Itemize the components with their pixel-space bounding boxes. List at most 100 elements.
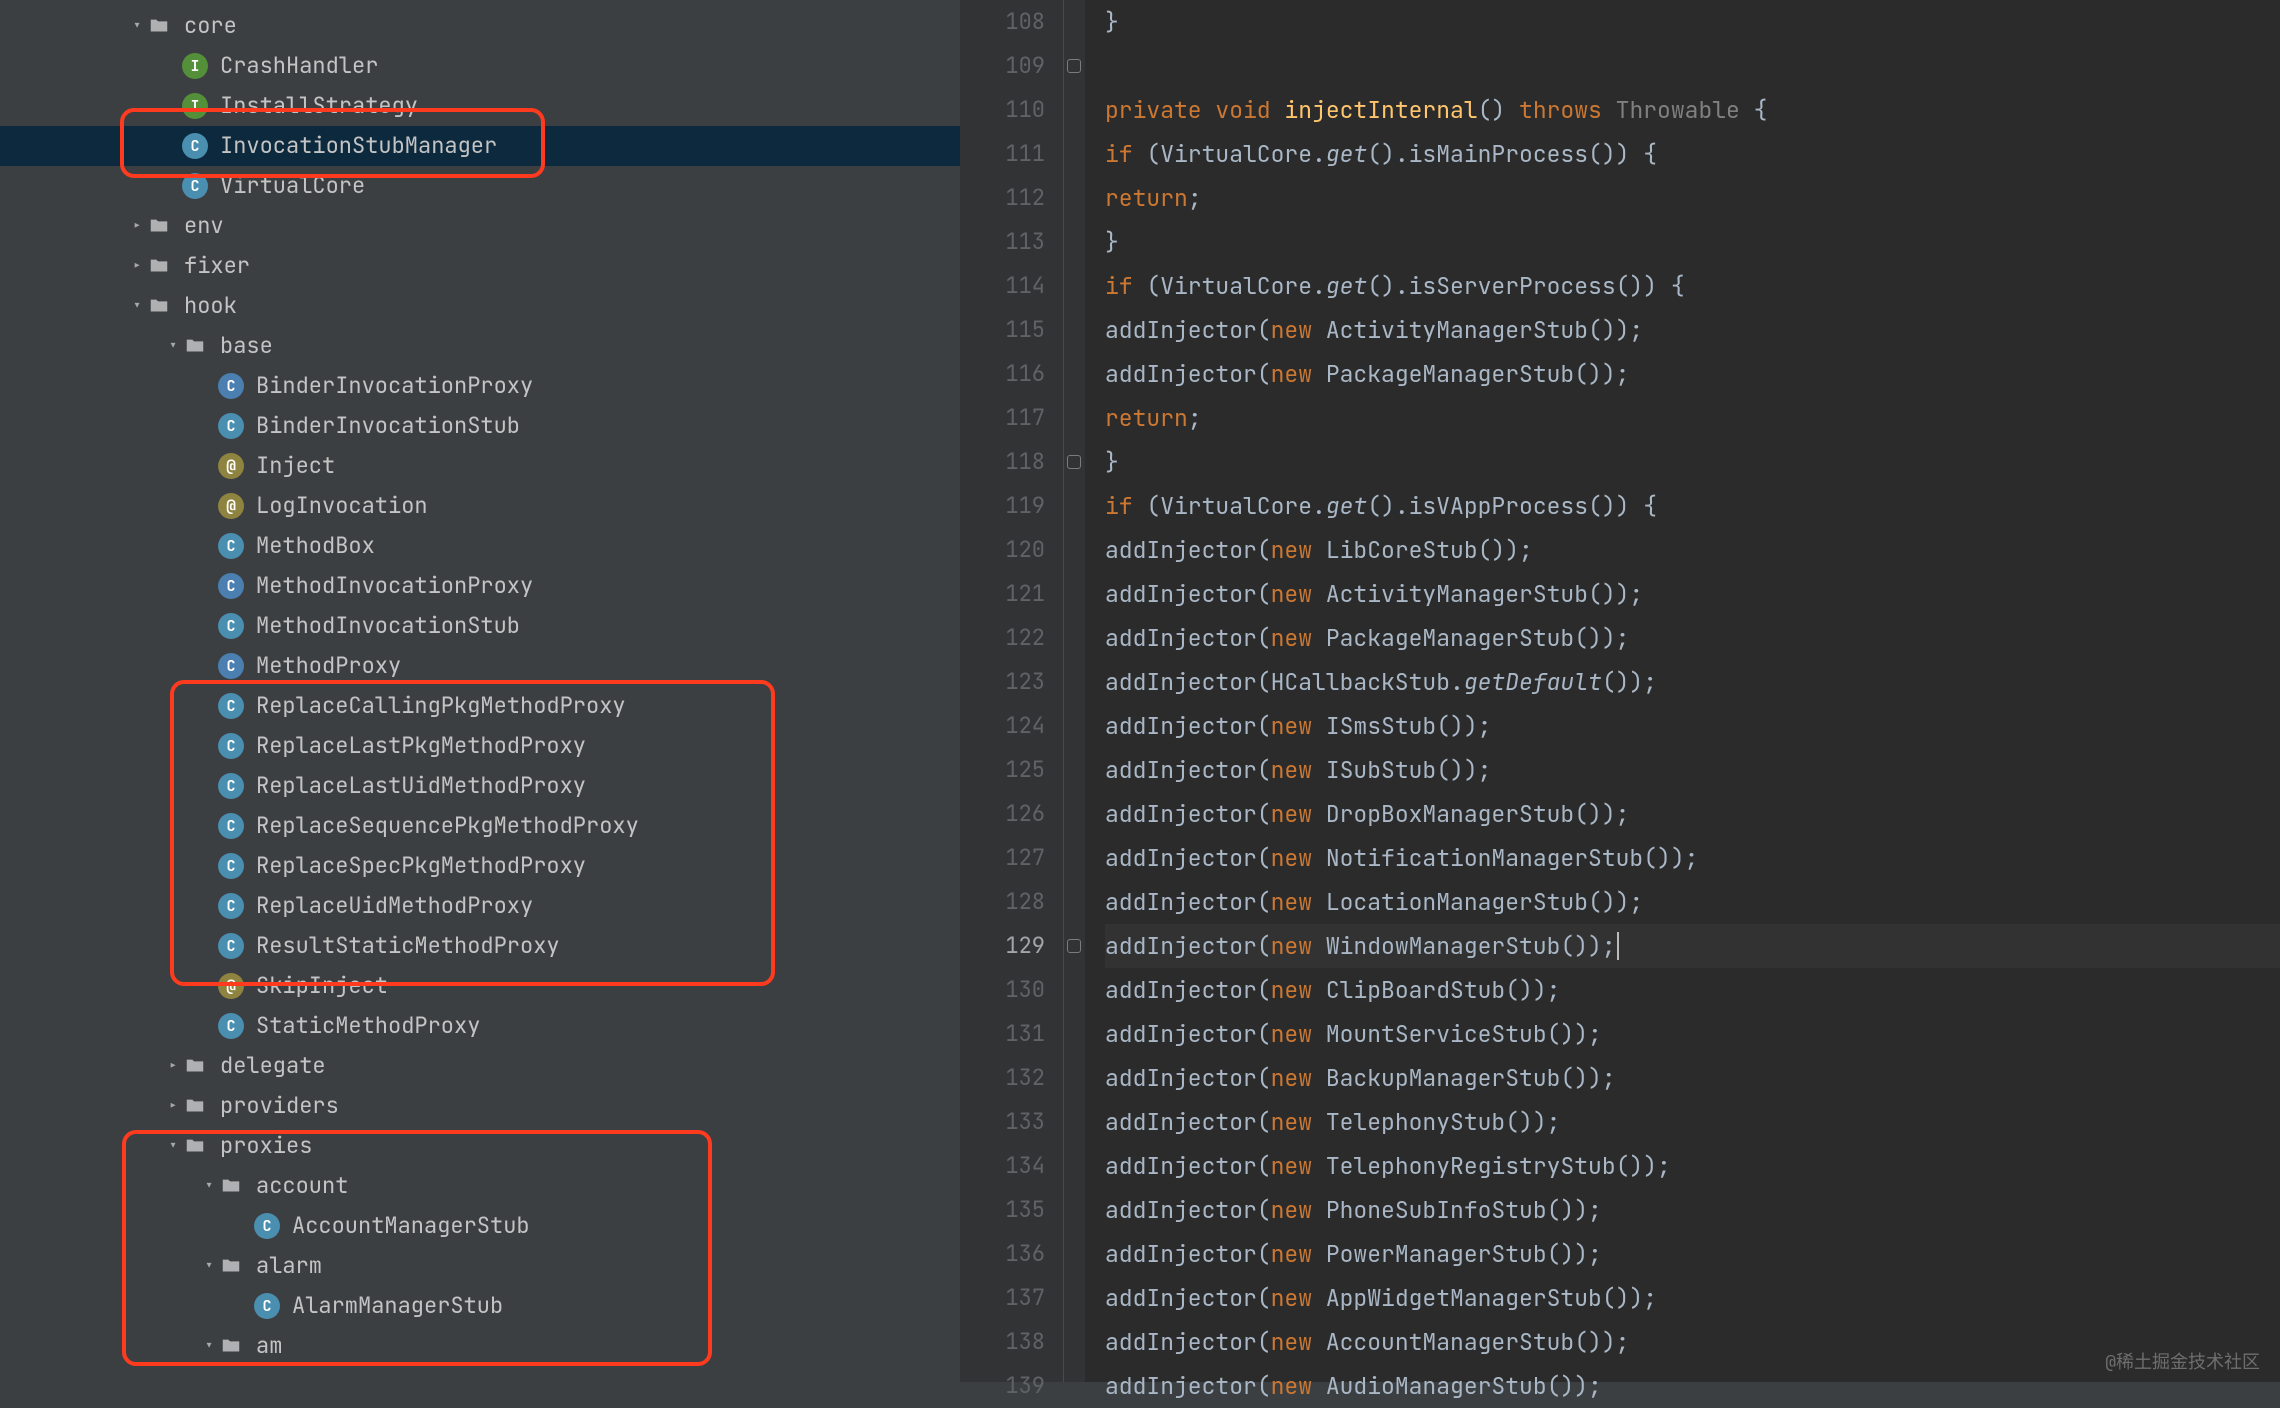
tree-item[interactable]: ▸CReplaceLastPkgMethodProxy — [0, 726, 960, 766]
tree-item[interactable]: ▸@LogInvocation — [0, 486, 960, 526]
code-line[interactable]: addInjector(new AudioManagerStub()); — [1105, 1364, 2280, 1408]
tree-item-label: CrashHandler — [220, 55, 378, 77]
gutter-line-number: 118 — [960, 440, 1045, 484]
code-line[interactable]: addInjector(new PowerManagerStub()); — [1105, 1232, 2280, 1276]
tree-item[interactable]: ▸@Inject — [0, 446, 960, 486]
code-line[interactable]: addInjector(new ISmsStub()); — [1105, 704, 2280, 748]
tree-item[interactable]: ▾alarm — [0, 1246, 960, 1286]
tree-item[interactable]: ▾am — [0, 1326, 960, 1366]
tree-item-label: providers — [220, 1095, 339, 1117]
tree-item-label: AlarmManagerStub — [292, 1295, 503, 1317]
code-line[interactable]: addInjector(new AppWidgetManagerStub()); — [1105, 1276, 2280, 1320]
editor-code-area[interactable]: } private void injectInternal() throws T… — [1085, 0, 2280, 1382]
gutter-line-number: 136 — [960, 1232, 1045, 1276]
tree-item[interactable]: ▸CBinderInvocationProxy — [0, 366, 960, 406]
tree-item[interactable]: ▸CStaticMethodProxy — [0, 1006, 960, 1046]
tree-item[interactable]: ▾account — [0, 1166, 960, 1206]
folder-icon — [218, 1333, 244, 1359]
code-line[interactable]: addInjector(new MountServiceStub()); — [1105, 1012, 2280, 1056]
code-line[interactable]: addInjector(new PackageManagerStub()); — [1105, 616, 2280, 660]
code-line[interactable]: if (VirtualCore.get().isVAppProcess()) { — [1105, 484, 2280, 528]
code-line[interactable]: } — [1105, 220, 2280, 264]
fold-mark-icon[interactable] — [1067, 455, 1081, 469]
code-line[interactable]: if (VirtualCore.get().isServerProcess())… — [1105, 264, 2280, 308]
tree-item[interactable]: ▸CReplaceUidMethodProxy — [0, 886, 960, 926]
code-line[interactable]: return; — [1105, 396, 2280, 440]
tree-item[interactable]: ▸CMethodInvocationStub — [0, 606, 960, 646]
tree-item[interactable]: ▾base — [0, 326, 960, 366]
tree-item[interactable]: ▸delegate — [0, 1046, 960, 1086]
tree-item[interactable]: ▸CMethodBox — [0, 526, 960, 566]
tree-item[interactable]: ▸IInstallStrategy — [0, 86, 960, 126]
code-line[interactable]: addInjector(new ClipBoardStub()); — [1105, 968, 2280, 1012]
fold-mark-icon[interactable] — [1067, 59, 1081, 73]
code-line[interactable]: return; — [1105, 176, 2280, 220]
tree-item-label: MethodProxy — [256, 655, 401, 677]
code-line[interactable]: } — [1105, 440, 2280, 484]
tree-item[interactable]: ▸CReplaceSpecPkgMethodProxy — [0, 846, 960, 886]
chevron-right-icon[interactable]: ▸ — [164, 1098, 182, 1114]
code-line[interactable]: addInjector(new PackageManagerStub()); — [1105, 352, 2280, 396]
chevron-down-icon[interactable]: ▾ — [200, 1258, 218, 1274]
tree-item[interactable]: ▸@SkipInject — [0, 966, 960, 1006]
fold-mark-icon[interactable] — [1067, 939, 1081, 953]
folder-icon — [182, 1133, 208, 1159]
tree-item[interactable]: ▸CReplaceLastUidMethodProxy — [0, 766, 960, 806]
code-line[interactable]: addInjector(new PhoneSubInfoStub()); — [1105, 1188, 2280, 1232]
tree-item[interactable]: ▸CMethodInvocationProxy — [0, 566, 960, 606]
chevron-down-icon[interactable]: ▾ — [200, 1338, 218, 1354]
interface-icon: I — [182, 93, 208, 119]
chevron-down-icon[interactable]: ▾ — [128, 298, 146, 314]
class-icon: C — [218, 893, 244, 919]
code-line[interactable]: addInjector(new TelephonyStub()); — [1105, 1100, 2280, 1144]
code-editor[interactable]: 1081091101111121131141151161171181191201… — [960, 0, 2280, 1382]
tree-item[interactable]: ▾hook — [0, 286, 960, 326]
chevron-down-icon[interactable]: ▾ — [164, 338, 182, 354]
tree-item[interactable]: ▾proxies — [0, 1126, 960, 1166]
tree-item[interactable]: ▸CVirtualCore — [0, 166, 960, 206]
code-line[interactable]: addInjector(new ISubStub()); — [1105, 748, 2280, 792]
tree-item-label: LogInvocation — [256, 495, 428, 517]
project-tree[interactable]: ▾core▸ICrashHandler▸IInstallStrategy▸CIn… — [0, 0, 960, 1382]
tree-item-label: ReplaceSequencePkgMethodProxy — [256, 815, 639, 837]
code-line[interactable]: addInjector(new AccountManagerStub()); — [1105, 1320, 2280, 1364]
tree-item[interactable]: ▸CMethodProxy — [0, 646, 960, 686]
chevron-down-icon[interactable]: ▾ — [164, 1138, 182, 1154]
class-icon: C — [218, 653, 244, 679]
chevron-down-icon[interactable]: ▾ — [128, 18, 146, 34]
code-line[interactable]: addInjector(new ActivityManagerStub()); — [1105, 308, 2280, 352]
code-line[interactable]: addInjector(new TelephonyRegistryStub())… — [1105, 1144, 2280, 1188]
tree-item[interactable]: ▸env — [0, 206, 960, 246]
code-line[interactable]: addInjector(new ActivityManagerStub()); — [1105, 572, 2280, 616]
chevron-right-icon[interactable]: ▸ — [128, 258, 146, 274]
code-line[interactable]: if (VirtualCore.get().isMainProcess()) { — [1105, 132, 2280, 176]
tree-item[interactable]: ▸fixer — [0, 246, 960, 286]
code-line[interactable]: addInjector(new LibCoreStub()); — [1105, 528, 2280, 572]
tree-item[interactable]: ▸CReplaceCallingPkgMethodProxy — [0, 686, 960, 726]
tree-item[interactable]: ▸CResultStaticMethodProxy — [0, 926, 960, 966]
gutter-line-number: 122 — [960, 616, 1045, 660]
code-line[interactable]: addInjector(new LocationManagerStub()); — [1105, 880, 2280, 924]
tree-item[interactable]: ▸ providers — [0, 1086, 960, 1126]
tree-item[interactable]: ▸CAccountManagerStub — [0, 1206, 960, 1246]
code-line[interactable]: addInjector(new WindowManagerStub()); — [1105, 924, 2280, 968]
gutter-line-number: 134 — [960, 1144, 1045, 1188]
code-line[interactable] — [1105, 44, 2280, 88]
tree-item[interactable]: ▸ICrashHandler — [0, 46, 960, 86]
folder-icon — [146, 213, 172, 239]
chevron-down-icon[interactable]: ▾ — [200, 1178, 218, 1194]
tree-item[interactable]: ▸CInvocationStubManager — [0, 126, 960, 166]
chevron-right-icon[interactable]: ▸ — [164, 1058, 182, 1074]
code-line[interactable]: addInjector(new NotificationManagerStub(… — [1105, 836, 2280, 880]
code-line[interactable]: addInjector(new DropBoxManagerStub()); — [1105, 792, 2280, 836]
class-icon: C — [218, 373, 244, 399]
code-line[interactable]: private void injectInternal() throws Thr… — [1105, 88, 2280, 132]
chevron-right-icon[interactable]: ▸ — [128, 218, 146, 234]
code-line[interactable]: addInjector(HCallbackStub.getDefault()); — [1105, 660, 2280, 704]
code-line[interactable]: addInjector(new BackupManagerStub()); — [1105, 1056, 2280, 1100]
tree-item[interactable]: ▸CReplaceSequencePkgMethodProxy — [0, 806, 960, 846]
tree-item[interactable]: ▸CBinderInvocationStub — [0, 406, 960, 446]
code-line[interactable]: } — [1105, 0, 2280, 44]
tree-item[interactable]: ▾core — [0, 6, 960, 46]
tree-item[interactable]: ▸CAlarmManagerStub — [0, 1286, 960, 1326]
